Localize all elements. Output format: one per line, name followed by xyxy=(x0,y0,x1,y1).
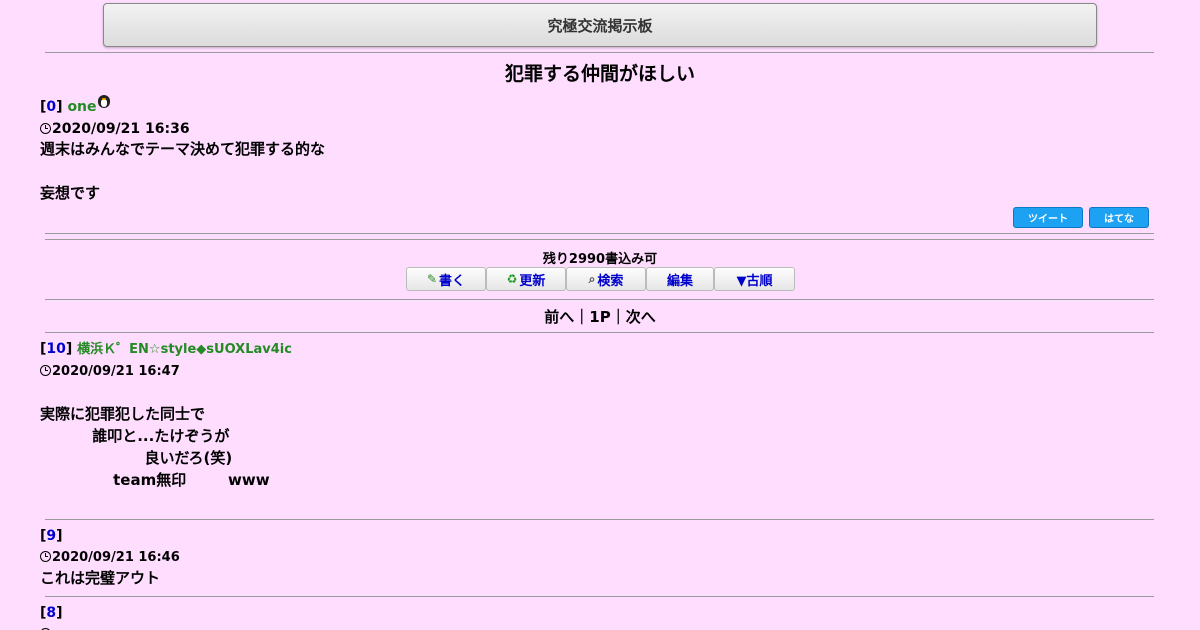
post-8: [8] xyxy=(40,604,63,630)
refresh-label: 更新 xyxy=(519,273,546,289)
divider xyxy=(45,519,1154,520)
refresh-button[interactable]: ♻ 更新 xyxy=(486,267,566,291)
next-page-link[interactable]: 次へ xyxy=(626,306,656,327)
divider xyxy=(45,596,1154,597)
write-label: 書く xyxy=(439,273,466,289)
post-header: [9] xyxy=(40,528,63,544)
write-button[interactable]: ✎ 書く xyxy=(406,267,486,291)
refresh-icon: ♻ xyxy=(506,272,518,286)
poster-name: one xyxy=(67,99,97,115)
prev-page-link[interactable]: 前へ xyxy=(544,306,574,327)
pagination: 前へ｜1P｜次へ xyxy=(0,306,1200,327)
divider xyxy=(45,52,1154,53)
current-page: 1P xyxy=(589,308,611,326)
sort-order-button[interactable]: ▼古順 xyxy=(714,267,795,291)
search-icon: ⌕ xyxy=(588,271,596,286)
site-title[interactable]: 究極交流掲示板 xyxy=(547,15,652,36)
post-body: 実際に犯罪犯した同士で 誰叩と...たけぞうが 良いだろ(笑) team無印 w… xyxy=(40,405,270,489)
post-0: [0] one 2020/09/21 16:36 週末はみんなでテーマ決めて犯罪… xyxy=(40,95,325,204)
post-date-row: 2020/09/21 16:47 xyxy=(40,363,292,381)
pager-separator: ｜ xyxy=(574,308,590,326)
post-header: [0] one xyxy=(40,95,325,116)
site-header[interactable]: 究極交流掲示板 xyxy=(103,3,1097,47)
poster-name: 横浜Ｋ゜EN☆style◆sUOXLav4ic xyxy=(77,342,292,357)
page: 究極交流掲示板 犯罪する仲間がほしい [0] one 2020/09/21 16… xyxy=(0,0,1200,630)
post-body: これは完璧アウト xyxy=(40,569,161,587)
tweet-button[interactable]: ツイート xyxy=(1013,207,1083,228)
clock-icon xyxy=(40,365,51,376)
post-date: 2020/09/21 16:36 xyxy=(52,121,190,137)
post-number-link[interactable]: 8 xyxy=(46,605,56,621)
thread-title: 犯罪する仲間がほしい xyxy=(504,63,695,85)
divider xyxy=(45,299,1154,300)
search-button[interactable]: ⌕ 検索 xyxy=(566,267,646,291)
post-header: [8] xyxy=(40,605,63,621)
search-label: 検索 xyxy=(597,273,624,289)
post-number-link[interactable]: 0 xyxy=(46,99,56,115)
post-date-row xyxy=(40,626,63,630)
post-date: 2020/09/21 16:47 xyxy=(52,364,180,379)
pencil-icon: ✎ xyxy=(426,272,438,286)
post-10: [10] 横浜Ｋ゜EN☆style◆sUOXLav4ic 2020/09/21 … xyxy=(40,340,292,491)
hatena-button[interactable]: はてな xyxy=(1089,207,1149,228)
edit-button[interactable]: 編集 xyxy=(646,267,714,291)
divider xyxy=(45,239,1154,240)
post-header: [10] 横浜Ｋ゜EN☆style◆sUOXLav4ic xyxy=(40,341,292,357)
clock-icon xyxy=(40,123,51,134)
post-9: [9] 2020/09/21 16:46 これは完璧アウト xyxy=(40,527,180,589)
penguin-icon xyxy=(97,95,110,108)
toolbar: ✎ 書く ♻ 更新 ⌕ 検索 編集 ▼古順 xyxy=(406,267,795,291)
clock-icon xyxy=(40,551,51,562)
post-body: 週末はみんなでテーマ決めて犯罪する的な 妄想です xyxy=(40,140,326,202)
divider xyxy=(45,332,1154,333)
divider xyxy=(45,233,1154,234)
remaining-posts: 残り2990書込み可 xyxy=(542,252,658,267)
post-date: 2020/09/21 16:46 xyxy=(52,550,180,565)
pager-separator: ｜ xyxy=(610,308,626,326)
post-number-link[interactable]: 10 xyxy=(46,341,65,357)
post-number-link[interactable]: 9 xyxy=(46,528,56,544)
post-date-row: 2020/09/21 16:46 xyxy=(40,549,180,567)
post-date-row: 2020/09/21 16:36 xyxy=(40,120,325,138)
